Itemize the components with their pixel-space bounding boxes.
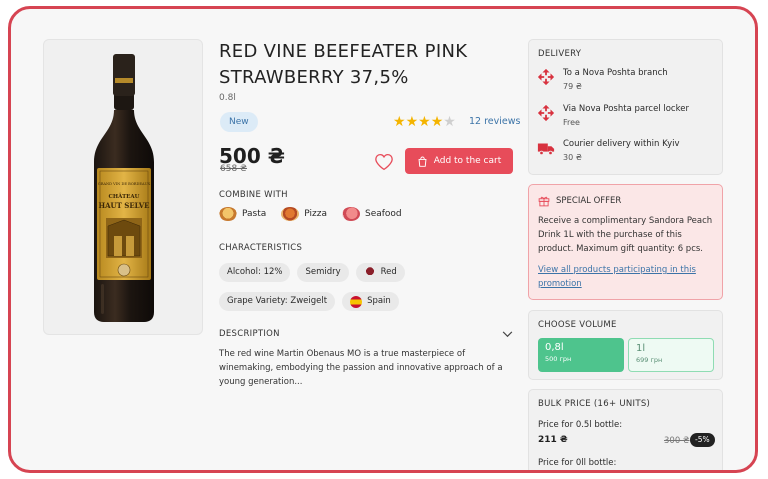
star-icon: ★ — [393, 114, 406, 130]
volume-option[interactable]: 1l 699 грн — [628, 338, 714, 372]
special-offer-card: SPECIAL OFFER Receive a complimentary Sa… — [528, 184, 723, 300]
bulk-price-value: 211 ₴ — [538, 435, 568, 445]
pizza-icon — [281, 207, 300, 221]
choose-volume-card: CHOOSE VOLUME 0,8l 500 грн 1l 699 грн — [528, 310, 723, 380]
chip-grape[interactable]: Grape Variety: Zweigelt — [219, 292, 336, 311]
description-toggle[interactable]: DESCRIPTION — [219, 329, 513, 339]
combine-item-pasta[interactable]: Pasta — [219, 207, 266, 221]
wine-glass-icon — [363, 266, 376, 279]
chevron-down-icon — [502, 330, 513, 337]
promotion-link[interactable]: View all products participating in this … — [538, 263, 713, 291]
characteristics-row: Grape Variety: Zweigelt Spain — [219, 292, 399, 311]
chip-alcohol[interactable]: Alcohol: 12% — [219, 263, 291, 282]
product-title: RED VINE BEEFEATER PINK STRAWBERRY 37,5% — [219, 41, 468, 88]
delivery-option[interactable]: Courier delivery within Kyiv 30 ₴ — [537, 139, 680, 162]
wishlist-heart-icon[interactable] — [374, 153, 394, 171]
star-icon: ★ — [418, 114, 431, 130]
combine-list: Pasta Pizza Seafood — [219, 207, 402, 221]
combine-label: COMBINE WITH — [219, 190, 288, 200]
page-frame: GRAND VIN DE BORDEAUX CHÂTEAU HAUT SELVE… — [8, 6, 758, 473]
bag-icon — [418, 156, 427, 167]
special-offer-header: SPECIAL OFFER — [538, 195, 621, 207]
special-offer-text: Receive a complimentary Sandora Peach Dr… — [538, 216, 713, 254]
combine-item-seafood[interactable]: Seafood — [341, 207, 402, 221]
volume-option-selected[interactable]: 0,8l 500 грн — [538, 338, 624, 372]
bulk-row-label: Price for 0.5l bottle: — [538, 420, 623, 430]
old-price: 658 ₴ — [220, 164, 248, 174]
reviews-link[interactable]: 12 reviews — [469, 116, 520, 127]
svg-text:HAUT SELVE: HAUT SELVE — [98, 201, 149, 210]
rating-stars: ★★★★★ — [393, 114, 456, 130]
delivery-label: DELIVERY — [538, 49, 582, 59]
chip-red[interactable]: Red — [355, 263, 405, 282]
wine-bottle-image: GRAND VIN DE BORDEAUX CHÂTEAU HAUT SELVE — [94, 54, 154, 322]
combine-item-label: Pizza — [304, 209, 327, 219]
add-to-cart-label: Add to the cart — [433, 156, 502, 166]
combine-item-label: Seafood — [364, 209, 402, 219]
product-volume: 0.8l — [219, 93, 236, 103]
add-to-cart-button[interactable]: Add to the cart — [405, 148, 513, 174]
description-text: The red wine Martin Obenaus MO is a true… — [219, 349, 503, 387]
chip-country[interactable]: Spain — [342, 292, 399, 311]
delivery-option[interactable]: Via Nova Poshta parcel locker Free — [537, 104, 689, 127]
product-image: GRAND VIN DE BORDEAUX CHÂTEAU HAUT SELVE — [43, 39, 203, 335]
bottle-label-top: GRAND VIN DE BORDEAUX — [98, 182, 151, 186]
new-badge: New — [220, 112, 258, 132]
bulk-row-label: Price for 0ll bottle: — [538, 458, 617, 468]
truck-icon — [537, 143, 555, 156]
characteristics-row: Alcohol: 12% Semidry Red — [219, 263, 405, 282]
choose-volume-label: CHOOSE VOLUME — [538, 320, 617, 330]
nova-poshta-icon — [537, 104, 555, 122]
gift-icon — [538, 196, 550, 207]
delivery-card: DELIVERY To a Nova Poshta branch 79 ₴ Vi — [528, 39, 723, 175]
svg-text:CHÂTEAU: CHÂTEAU — [109, 193, 140, 200]
bulk-price-label: BULK PRICE (16+ UNITS) — [538, 399, 651, 409]
discount-badge: -5% — [690, 433, 715, 447]
bulk-price-card: BULK PRICE (16+ UNITS) Price for 0.5l bo… — [528, 389, 723, 470]
star-icon: ★ — [430, 114, 444, 130]
seafood-icon — [341, 207, 360, 221]
bulk-old-price: 300 ₴ — [664, 436, 690, 446]
combine-item-label: Pasta — [242, 209, 267, 219]
special-offer-label: SPECIAL OFFER — [556, 196, 622, 206]
star-icon: ★ — [405, 114, 419, 130]
pasta-icon — [219, 207, 237, 221]
combine-item-pizza[interactable]: Pizza — [281, 207, 327, 221]
nova-poshta-icon — [537, 68, 555, 86]
delivery-option[interactable]: To a Nova Poshta branch 79 ₴ — [537, 68, 668, 91]
spain-flag-icon — [350, 295, 363, 308]
star-empty-icon: ★ — [443, 114, 456, 130]
characteristics-label: CHARACTERISTICS — [219, 243, 303, 253]
description-label: DESCRIPTION — [219, 329, 280, 339]
chip-semidry[interactable]: Semidry — [297, 263, 349, 282]
